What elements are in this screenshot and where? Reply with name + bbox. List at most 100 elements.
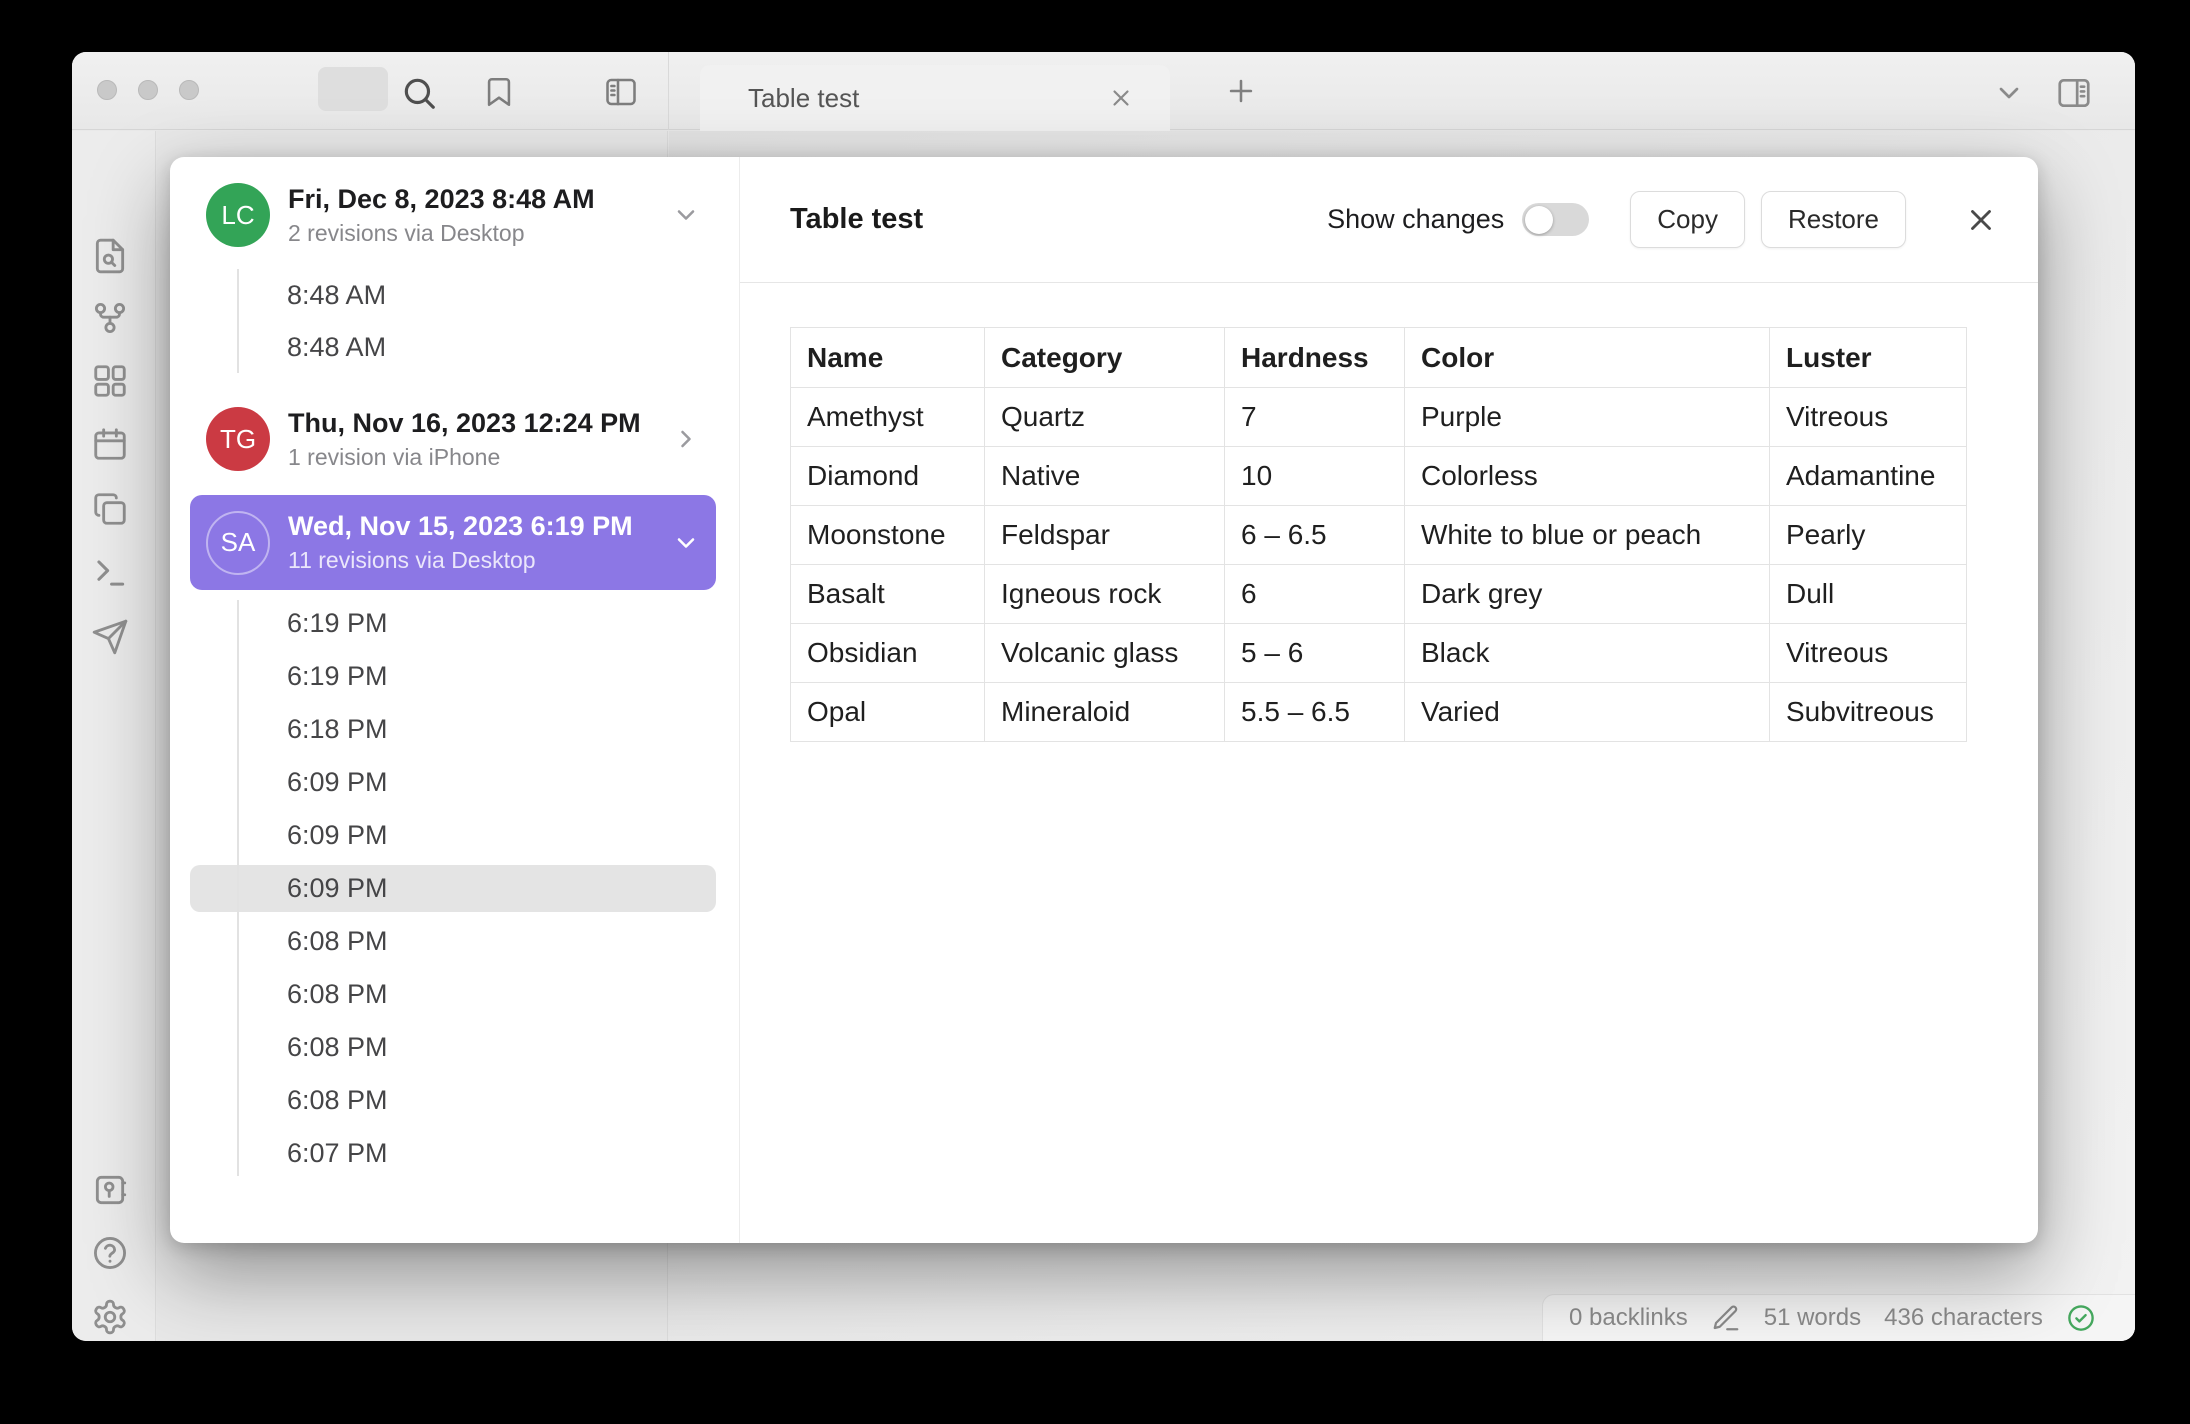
zoom-window-button[interactable]	[179, 80, 199, 100]
table-row: Amethyst Quartz 7 Purple Vitreous	[790, 387, 1967, 447]
table-cell: Colorless	[1404, 446, 1770, 506]
calendar-icon[interactable]	[91, 425, 129, 463]
copy-files-icon[interactable]	[91, 490, 129, 528]
table-cell: 7	[1224, 387, 1405, 447]
revision-time[interactable]: 8:48 AM	[190, 321, 716, 373]
chevron-down-icon[interactable]	[672, 529, 700, 557]
table-cell: White to blue or peach	[1404, 505, 1770, 565]
revision-group-nov15-selected[interactable]: SA Wed, Nov 15, 2023 6:19 PM 11 revision…	[190, 495, 716, 590]
table-cell: 5 – 6	[1224, 623, 1405, 683]
revision-time-selected[interactable]: 6:09 PM	[190, 862, 716, 915]
table-cell: 5.5 – 6.5	[1224, 682, 1405, 742]
avatar-initials: TG	[219, 423, 257, 454]
layout-dashboard-icon[interactable]	[91, 362, 129, 400]
close-window-button[interactable]	[97, 80, 117, 100]
minimize-window-button[interactable]	[138, 80, 158, 100]
graph-icon[interactable]	[91, 299, 129, 337]
file-search-icon[interactable]	[91, 237, 129, 275]
restore-button[interactable]: Restore	[1760, 191, 1906, 248]
revision-group-nov16[interactable]: TG Thu, Nov 16, 2023 12:24 PM 1 revision…	[190, 393, 716, 485]
timeline-line	[237, 600, 239, 1176]
close-icon[interactable]	[1964, 203, 1998, 237]
show-changes-label: Show changes	[1327, 204, 1505, 234]
icon-rail	[72, 131, 156, 1341]
table-cell: Vitreous	[1769, 623, 1967, 683]
table-cell: Subvitreous	[1769, 682, 1967, 742]
screen: Table test 0 backlinks 51 words 436 char…	[0, 0, 2190, 1424]
revision-time[interactable]: 6:19 PM	[190, 650, 716, 703]
revision-group-subtitle: 1 revision via iPhone	[288, 443, 501, 470]
send-icon[interactable]	[91, 618, 129, 656]
panel-right-icon[interactable]	[2055, 74, 2093, 112]
table-cell: Amethyst	[790, 387, 985, 447]
revision-time[interactable]: 6:18 PM	[190, 703, 716, 756]
new-tab-plus-icon[interactable]	[1224, 74, 1258, 108]
search-button-active-background	[318, 67, 388, 111]
show-changes-toggle[interactable]	[1522, 203, 1590, 236]
table-cell: Pearly	[1769, 505, 1967, 565]
sync-check-icon[interactable]	[2066, 1303, 2096, 1333]
avatar: TG	[206, 407, 270, 471]
revision-time[interactable]: 8:48 AM	[190, 269, 716, 321]
vault-icon[interactable]	[91, 1171, 129, 1209]
table-cell: Diamond	[790, 446, 985, 506]
revision-time[interactable]: 6:08 PM	[190, 1021, 716, 1074]
revision-time[interactable]: 6:08 PM	[190, 915, 716, 968]
revision-times-dec8: 8:48 AM 8:48 AM	[190, 269, 716, 373]
timeline-line	[237, 269, 239, 373]
terminal-icon[interactable]	[91, 554, 129, 592]
revision-time[interactable]: 6:08 PM	[190, 968, 716, 1021]
revision-time[interactable]: 6:09 PM	[190, 756, 716, 809]
avatar: SA	[206, 510, 270, 575]
table-row: Diamond Native 10 Colorless Adamantine	[790, 446, 1967, 506]
revision-time[interactable]: 6:09 PM	[190, 809, 716, 862]
titlebar-divider	[668, 52, 669, 130]
table-cell: Purple	[1404, 387, 1770, 447]
revision-preview: Table test Show changes Copy Restore Nam…	[740, 157, 2038, 1243]
table-header-row: Name Category Hardness Color Luster	[790, 327, 1967, 388]
revision-group-subtitle: 11 revisions via Desktop	[288, 547, 536, 573]
revision-group-title: Fri, Dec 8, 2023 8:48 AM	[288, 183, 595, 214]
bookmark-icon[interactable]	[482, 75, 516, 114]
table-cell: Quartz	[984, 387, 1225, 447]
table-row: Moonstone Feldspar 6 – 6.5 White to blue…	[790, 505, 1967, 565]
table-row: Obsidian Volcanic glass 5 – 6 Black Vitr…	[790, 623, 1967, 683]
version-history-modal: LC Fri, Dec 8, 2023 8:48 AM 2 revisions …	[170, 157, 2038, 1243]
chevron-down-icon[interactable]	[1993, 77, 2025, 109]
revision-time[interactable]: 6:08 PM	[190, 1074, 716, 1127]
table-cell: 10	[1224, 446, 1405, 506]
column-header: Color	[1404, 327, 1770, 388]
table-cell: Igneous rock	[984, 564, 1225, 624]
chevron-right-icon[interactable]	[672, 425, 700, 453]
avatar-initials: LC	[221, 199, 255, 230]
chevron-down-icon[interactable]	[672, 201, 700, 229]
tab-table-test[interactable]: Table test	[700, 65, 1170, 131]
copy-button[interactable]: Copy	[1630, 191, 1745, 248]
panel-left-icon[interactable]	[603, 74, 639, 115]
help-icon[interactable]	[91, 1234, 129, 1272]
revision-times-nov15: 6:19 PM 6:19 PM 6:18 PM 6:09 PM 6:09 PM …	[190, 597, 716, 1180]
table-row: Basalt Igneous rock 6 Dark grey Dull	[790, 564, 1967, 624]
revision-time[interactable]: 6:07 PM	[190, 1127, 716, 1180]
traffic-lights	[97, 80, 199, 100]
table-cell: Black	[1404, 623, 1770, 683]
revision-time[interactable]: 6:19 PM	[190, 597, 716, 650]
table-row: Opal Mineraloid 5.5 – 6.5 Varied Subvitr…	[790, 682, 1967, 742]
edit-pencil-icon[interactable]	[1711, 1303, 1741, 1333]
table-cell: Adamantine	[1769, 446, 1967, 506]
search-icon[interactable]	[400, 74, 438, 117]
avatar: LC	[206, 183, 270, 247]
tab-close-icon[interactable]	[1108, 85, 1134, 111]
column-header: Hardness	[1224, 327, 1405, 388]
revision-group-title: Wed, Nov 15, 2023 6:19 PM	[288, 511, 633, 542]
column-header: Category	[984, 327, 1225, 388]
preview-title: Table test	[790, 203, 924, 235]
backlinks-count[interactable]: 0 backlinks	[1569, 1304, 1688, 1332]
minerals-table: Name Category Hardness Color Luster Amet…	[790, 327, 1967, 742]
table-cell: 6	[1224, 564, 1405, 624]
table-cell: Feldspar	[984, 505, 1225, 565]
settings-gear-icon[interactable]	[91, 1298, 129, 1336]
revision-group-dec8[interactable]: LC Fri, Dec 8, 2023 8:48 AM 2 revisions …	[190, 169, 716, 261]
revision-history-list: LC Fri, Dec 8, 2023 8:48 AM 2 revisions …	[170, 157, 740, 1243]
avatar-initials: SA	[220, 527, 256, 557]
